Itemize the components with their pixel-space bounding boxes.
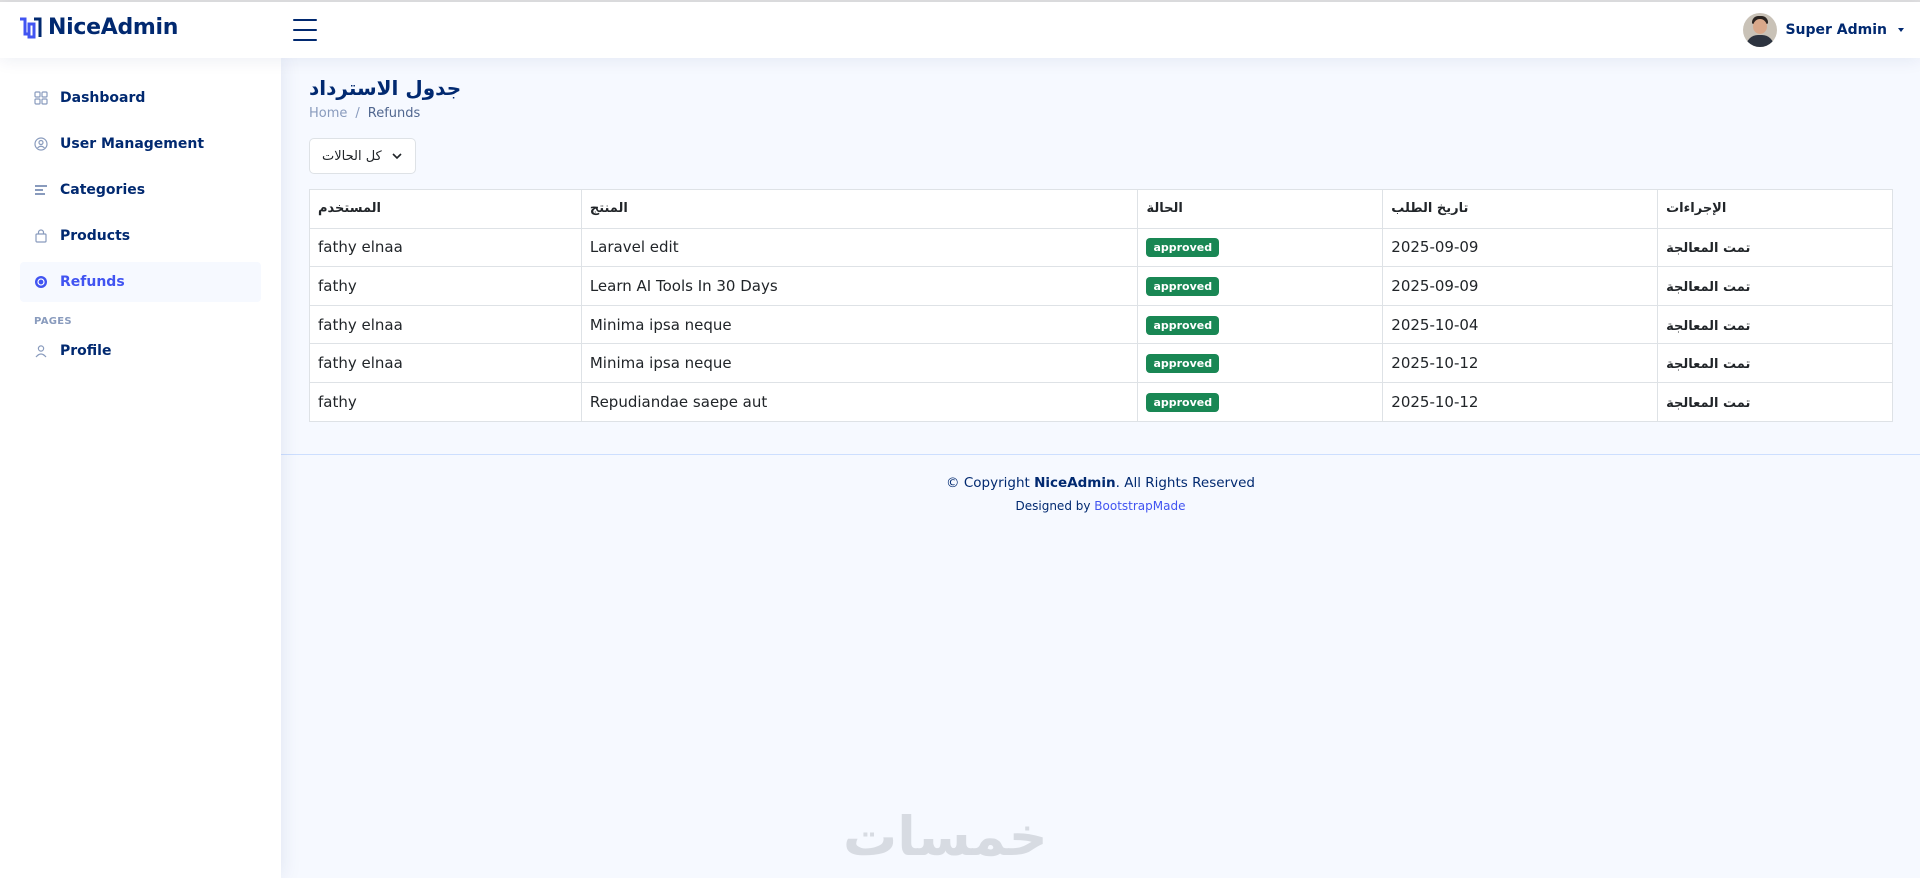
cell-date: 2025-10-12 <box>1382 343 1659 383</box>
sidebar-item-label: Profile <box>60 343 112 359</box>
credits: Designed by BootstrapMade <box>281 499 1920 513</box>
status-filter-select[interactable]: كل الحالات <box>309 138 416 174</box>
sidebar-heading-pages: PAGES <box>34 316 72 327</box>
sidebar-item-label: Categories <box>60 182 146 198</box>
copyright: © Copyright NiceAdmin. All Rights Reserv… <box>281 475 1920 491</box>
action-status-text: تمت المعالجة <box>1666 318 1751 334</box>
cell-action: تمت المعالجة <box>1657 381 1893 422</box>
column-header-date[interactable]: تاريخ الطلب <box>1382 189 1659 229</box>
column-header-product[interactable]: المنتج <box>580 189 1139 229</box>
cell-product: Repudiandae saepe aut <box>580 381 1139 422</box>
person-icon <box>34 344 48 358</box>
table-row: fathy elnaa Minima ipsa neque approved 2… <box>309 304 1893 345</box>
avatar <box>1743 13 1778 47</box>
page-title-block: جدول الاسترداد Home / Refunds <box>309 76 461 121</box>
cell-status: approved <box>1137 343 1384 383</box>
coin-icon <box>34 275 48 289</box>
user-circle-icon <box>34 137 48 151</box>
cell-user: fathy elnaa <box>309 343 582 383</box>
grid-icon <box>34 91 48 105</box>
refunds-table-wrapper: المستخدم المنتج الحالة تاريخ الطلب الإجر… <box>309 189 1893 422</box>
action-status-text: تمت المعالجة <box>1666 357 1751 373</box>
status-badge: approved <box>1146 392 1220 412</box>
status-badge: approved <box>1146 238 1220 258</box>
table-row: fathy elnaa Minima ipsa neque approved 2… <box>309 343 1893 383</box>
table-row: fathy Learn AI Tools In 30 Days approved… <box>309 266 1893 306</box>
logo[interactable]: NiceAdmin <box>18 15 178 40</box>
watermark: خمسات <box>843 805 1049 868</box>
column-header-user[interactable]: المستخدم <box>309 189 582 229</box>
status-badge: approved <box>1146 276 1220 296</box>
header: NiceAdmin Super Admin <box>0 2 1920 58</box>
bag-icon <box>34 229 48 243</box>
designer-link[interactable]: BootstrapMade <box>1094 499 1185 513</box>
sidebar-item-products[interactable]: Products <box>20 216 261 256</box>
credits-label: Designed by <box>1015 499 1091 513</box>
chevron-down-icon <box>392 153 402 160</box>
footer: © Copyright NiceAdmin. All Rights Reserv… <box>281 454 1920 513</box>
sidebar-item-label: User Management <box>60 136 205 152</box>
status-filter-value: كل الحالات <box>322 148 382 164</box>
breadcrumb-separator: / <box>355 106 360 121</box>
cell-status: approved <box>1137 304 1384 345</box>
cell-product: Laravel edit <box>580 227 1139 268</box>
sidebar-item-label: Dashboard <box>60 90 146 106</box>
copyright-brand: NiceAdmin <box>1034 475 1116 491</box>
status-badge: approved <box>1146 315 1220 335</box>
cell-user: fathy elnaa <box>309 304 582 345</box>
hamburger-menu-icon[interactable] <box>293 19 317 41</box>
action-status-text: تمت المعالجة <box>1666 241 1751 257</box>
cell-action: تمت المعالجة <box>1657 304 1893 345</box>
table-row: fathy elnaa Laravel edit approved 2025-0… <box>309 227 1893 268</box>
profile-dropdown[interactable]: Super Admin <box>1743 13 1904 47</box>
cell-product: Minima ipsa neque <box>580 304 1139 345</box>
sidebar-item-categories[interactable]: Categories <box>20 170 261 210</box>
cell-status: approved <box>1137 381 1384 422</box>
action-status-text: تمت المعالجة <box>1666 395 1751 411</box>
copyright-rights: . All Rights Reserved <box>1115 475 1255 491</box>
copyright-prefix: © Copyright <box>946 475 1030 491</box>
sidebar-item-label: Products <box>60 228 131 244</box>
cell-date: 2025-09-09 <box>1382 266 1659 306</box>
breadcrumb-home-link[interactable]: Home <box>309 106 347 121</box>
sidebar-item-refunds[interactable]: Refunds <box>20 262 261 302</box>
cell-status: approved <box>1137 266 1384 306</box>
sidebar: Dashboard User Management Categories Pro… <box>0 58 281 878</box>
table-row: fathy Repudiandae saepe aut approved 202… <box>309 381 1893 422</box>
sidebar-item-label: Refunds <box>60 274 125 290</box>
status-badge: approved <box>1146 354 1220 374</box>
action-status-text: تمت المعالجة <box>1666 279 1751 295</box>
sidebar-item-user-management[interactable]: User Management <box>20 124 261 164</box>
cell-date: 2025-10-04 <box>1382 304 1659 345</box>
cell-action: تمت المعالجة <box>1657 343 1893 383</box>
cell-user: fathy <box>309 266 582 306</box>
breadcrumb-current: Refunds <box>367 106 421 121</box>
column-header-status[interactable]: الحالة <box>1137 189 1384 229</box>
sidebar-item-dashboard[interactable]: Dashboard <box>20 78 261 118</box>
refunds-table: المستخدم المنتج الحالة تاريخ الطلب الإجر… <box>309 189 1893 422</box>
cell-action: تمت المعالجة <box>1657 227 1893 268</box>
column-header-actions[interactable]: الإجراءات <box>1657 189 1893 229</box>
cell-date: 2025-10-12 <box>1382 381 1659 422</box>
cell-date: 2025-09-09 <box>1382 227 1659 268</box>
table-header-row: المستخدم المنتج الحالة تاريخ الطلب الإجر… <box>309 189 1893 229</box>
cell-product: Minima ipsa neque <box>580 343 1139 383</box>
cell-action: تمت المعالجة <box>1657 266 1893 306</box>
profile-name: Super Admin <box>1785 22 1887 38</box>
logo-text: NiceAdmin <box>48 15 179 40</box>
chevron-down-icon <box>1898 28 1904 32</box>
logo-icon <box>20 17 42 38</box>
list-icon <box>34 183 48 197</box>
cell-product: Learn AI Tools In 30 Days <box>580 266 1139 306</box>
cell-status: approved <box>1137 227 1384 268</box>
cell-user: fathy <box>309 381 582 422</box>
page-title: جدول الاسترداد <box>309 76 462 100</box>
cell-user: fathy elnaa <box>309 227 582 268</box>
sidebar-item-profile[interactable]: Profile <box>20 331 261 371</box>
breadcrumb: Home / Refunds <box>309 106 461 121</box>
